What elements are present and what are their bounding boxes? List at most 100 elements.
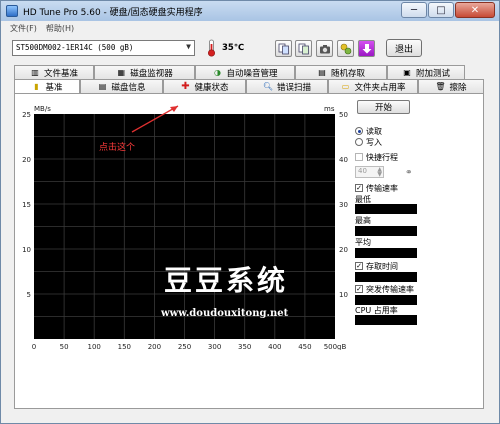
left-unit-label: MB/s: [34, 105, 51, 113]
close-button[interactable]: ✕: [455, 2, 495, 18]
write-label: 写入: [366, 137, 382, 147]
file-benchmark-icon: ▥: [31, 67, 39, 77]
tab-label: 附加测试: [415, 68, 450, 79]
cpu-usage-value-box: [355, 315, 417, 325]
watermark-title: 豆豆系统: [164, 264, 288, 297]
avg-label: 平均: [355, 238, 371, 247]
y-right-tick-label: 40: [339, 156, 348, 164]
avg-value-box: [355, 248, 417, 258]
access-time-label: 存取时间: [366, 261, 398, 271]
tools-icon: [340, 43, 351, 54]
tab-random-access[interactable]: ▤ 随机存取: [295, 65, 387, 79]
random-access-icon: ▤: [318, 67, 326, 77]
info-icon: ▤: [98, 81, 107, 91]
x-tick-label: 500gB: [324, 343, 347, 350]
tab-label: 磁盘信息: [111, 82, 146, 93]
read-option[interactable]: 读取: [355, 126, 382, 136]
download-arrow-icon: [362, 43, 371, 53]
max-value-box: [355, 226, 417, 236]
trash-icon: 🗑︎: [435, 81, 446, 91]
x-tick-label: 0: [32, 343, 36, 350]
tab-aam[interactable]: ◑ 自动噪音管理: [195, 65, 295, 79]
transfer-rate-option[interactable]: ✓ 传输速率: [355, 183, 398, 193]
tab-extra-tests[interactable]: ▣ 附加测试: [387, 65, 465, 79]
noise-icon: ◑: [213, 67, 221, 77]
copy-text-button[interactable]: [275, 40, 292, 57]
tab-benchmark[interactable]: ▮ 基准: [14, 79, 80, 93]
tab-label: 磁盘监视器: [130, 68, 173, 79]
link-icon: ⚭: [405, 168, 413, 178]
x-tick-label: 200: [148, 343, 161, 350]
write-option[interactable]: 写入: [355, 137, 382, 147]
tab-disk-monitor[interactable]: ▦ 磁盘监视器: [94, 65, 195, 79]
benchmark-panel: 0 50 100 150 200 250 300 350 400 450 500gB 25 50 20 40…: [14, 93, 484, 409]
y-left-tick-label: 10: [22, 246, 31, 254]
x-tick-label: 350: [238, 343, 251, 350]
tab-label: 基准: [45, 82, 63, 93]
drive-select-value: ST500DM002-1ER14C (500 gB): [16, 43, 134, 52]
menu-bar: 文件(F) 帮助(H): [1, 21, 499, 36]
annotation-arrow-head: [170, 106, 178, 112]
short-stroke-spinner[interactable]: 40 ▲ ▼: [355, 166, 384, 178]
short-stroke-option[interactable]: 快捷行程: [355, 152, 398, 162]
x-tick-label: 400: [268, 343, 281, 350]
tab-label: 自动噪音管理: [226, 68, 278, 79]
spinner-arrows-icon: ▲ ▼: [377, 166, 382, 178]
tab-label: 健康状态: [194, 82, 229, 93]
access-time-checkbox[interactable]: ✓: [355, 262, 363, 270]
x-tick-label: 300: [208, 343, 221, 350]
monitor-icon: ▦: [117, 67, 126, 77]
minimize-button[interactable]: ─: [401, 2, 427, 18]
read-label: 读取: [366, 126, 382, 136]
y-right-tick-label: 50: [339, 111, 348, 119]
tab-folder-usage[interactable]: ▭ 文件夹占用率: [328, 79, 418, 93]
thermometer-icon: [207, 39, 216, 57]
copy-all-button[interactable]: [295, 40, 312, 57]
read-radio[interactable]: [355, 127, 363, 135]
toolbar: ST500DM002-1ER14C (500 gB) ▼ 35℃ 退出: [1, 36, 499, 62]
app-window: HD Tune Pro 5.60 - 硬盘/固态硬盘实用程序 ─ □ ✕ 文件(…: [0, 0, 500, 424]
start-button[interactable]: 开始: [357, 100, 410, 114]
x-tick-label: 450: [298, 343, 311, 350]
burst-rate-checkbox[interactable]: ✓: [355, 285, 363, 293]
write-radio[interactable]: [355, 138, 363, 146]
transfer-rate-checkbox[interactable]: ✓: [355, 184, 363, 192]
burst-rate-option[interactable]: ✓ 突发传输速率: [355, 284, 414, 294]
short-stroke-value: 40: [358, 167, 367, 175]
temperature-value: 35℃: [222, 43, 245, 53]
title-bar[interactable]: HD Tune Pro 5.60 - 硬盘/固态硬盘实用程序 ─ □ ✕: [1, 1, 499, 21]
health-cross-icon: ✚: [181, 80, 190, 92]
tab-erase[interactable]: 🗑︎ 擦除: [418, 79, 484, 93]
burst-rate-label: 突发传输速率: [366, 284, 414, 294]
x-tick-label: 150: [118, 343, 131, 350]
app-icon: [6, 5, 18, 17]
drive-select[interactable]: ST500DM002-1ER14C (500 gB) ▼: [12, 40, 195, 56]
tab-health[interactable]: ✚ 健康状态: [163, 79, 246, 93]
x-tick-label: 250: [178, 343, 191, 350]
y-left-tick-label: 25: [22, 111, 31, 119]
y-left-tick-label: 20: [22, 156, 31, 164]
y-left-tick-label: 5: [27, 291, 31, 299]
folder-icon: ▭: [341, 81, 350, 91]
watermark-url: www.doudouxitong.net: [160, 308, 289, 319]
access-time-option[interactable]: ✓ 存取时间: [355, 261, 398, 271]
min-value-box: [355, 204, 417, 214]
max-label: 最高: [355, 216, 371, 225]
tab-error-scan[interactable]: 🔍︎ 错误扫描: [246, 79, 328, 93]
tab-label: 文件夹占用率: [354, 82, 406, 93]
copy-all-icon: [298, 43, 309, 54]
chevron-down-icon: ▼: [186, 42, 191, 51]
tab-label: 文件基准: [43, 68, 78, 79]
maximize-button[interactable]: □: [428, 2, 454, 18]
tab-row-bottom: ▮ 基准 ▤ 磁盘信息 ✚ 健康状态 🔍︎ 错误扫描 ▭ 文件夹占用率 🗑︎ 擦…: [14, 79, 484, 93]
tab-file-benchmark[interactable]: ▥ 文件基准: [14, 65, 94, 79]
tab-row-top: ▥ 文件基准 ▦ 磁盘监视器 ◑ 自动噪音管理 ▤ 随机存取 ▣ 附加测试: [14, 65, 465, 79]
options-button[interactable]: [337, 40, 354, 57]
screenshot-button[interactable]: [316, 40, 333, 57]
short-stroke-checkbox[interactable]: [355, 153, 363, 161]
exit-button[interactable]: 退出: [386, 39, 422, 57]
menu-help[interactable]: 帮助(H): [46, 23, 74, 34]
menu-file[interactable]: 文件(F): [10, 23, 37, 34]
tab-disk-info[interactable]: ▤ 磁盘信息: [80, 79, 163, 93]
save-button[interactable]: [358, 40, 375, 57]
